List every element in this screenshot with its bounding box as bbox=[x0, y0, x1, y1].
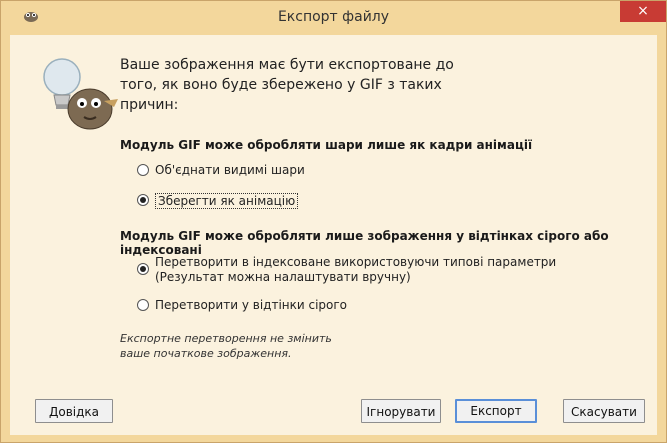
cancel-button[interactable]: Скасувати bbox=[563, 399, 645, 423]
title-bar[interactable]: Експорт файлу × bbox=[1, 1, 666, 35]
convert-indexed-label: Перетворити в індексоване використовуючи… bbox=[155, 255, 557, 284]
convert-indexed-option[interactable]: Перетворити в індексоване використовуючи… bbox=[137, 255, 556, 285]
convert-grayscale-radio[interactable] bbox=[137, 299, 149, 311]
wilber-lightbulb-icon bbox=[43, 58, 118, 130]
export-note: Експортне перетворення не змінить ваше п… bbox=[120, 332, 332, 360]
help-button[interactable]: Довідка bbox=[35, 399, 113, 423]
save-as-animation-option[interactable]: Зберегти як анімацію bbox=[137, 193, 299, 209]
merge-visible-layers-radio[interactable] bbox=[137, 164, 149, 176]
window-title: Експорт файлу bbox=[277, 9, 390, 25]
merge-visible-layers-label: Об'єднати видимі шари bbox=[155, 163, 305, 177]
save-as-animation-radio[interactable] bbox=[137, 194, 149, 206]
export-button[interactable]: Експорт bbox=[455, 399, 537, 423]
convert-grayscale-label: Перетворити у відтінки сірого bbox=[155, 298, 348, 312]
dialog-body: Ваше зображення має бути експортоване до… bbox=[10, 35, 657, 435]
save-as-animation-label: Зберегти як анімацію bbox=[155, 193, 299, 209]
convert-grayscale-option[interactable]: Перетворити у відтінки сірого bbox=[137, 298, 347, 312]
layers-heading: Модуль GIF може обробляти шари лише як к… bbox=[120, 138, 533, 152]
intro-text: Ваше зображення має бути експортоване до… bbox=[120, 57, 454, 113]
ignore-button[interactable]: Ігнорувати bbox=[361, 399, 441, 423]
close-button[interactable]: × bbox=[620, 1, 666, 22]
convert-indexed-radio[interactable] bbox=[137, 263, 149, 275]
merge-visible-layers-option[interactable]: Об'єднати видимі шари bbox=[137, 163, 305, 177]
export-file-dialog: Експорт файлу × Ваше зображення має бути… bbox=[0, 0, 667, 443]
color-heading: Модуль GIF може обробляти лише зображенн… bbox=[120, 229, 609, 257]
